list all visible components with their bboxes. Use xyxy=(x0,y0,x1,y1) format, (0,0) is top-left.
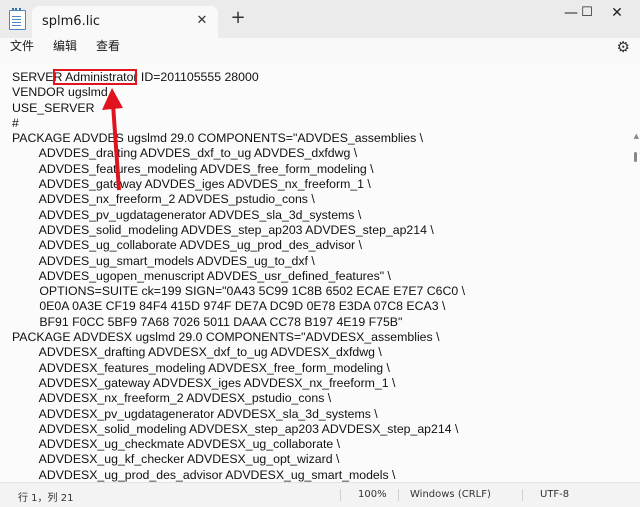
status-divider xyxy=(340,489,341,501)
zoom-level: 100% xyxy=(358,489,387,500)
line-ending: Windows (CRLF) xyxy=(410,489,491,500)
red-arrow-annotation xyxy=(102,88,123,191)
encoding: UTF-8 xyxy=(540,489,570,500)
cursor-position: 行 1，列 21 xyxy=(18,493,74,504)
arrow-icon xyxy=(102,88,123,191)
status-divider xyxy=(398,489,399,501)
status-bar: 行 1，列 21 100% Windows (CRLF) UTF-8 xyxy=(0,482,640,507)
status-divider xyxy=(522,489,523,501)
